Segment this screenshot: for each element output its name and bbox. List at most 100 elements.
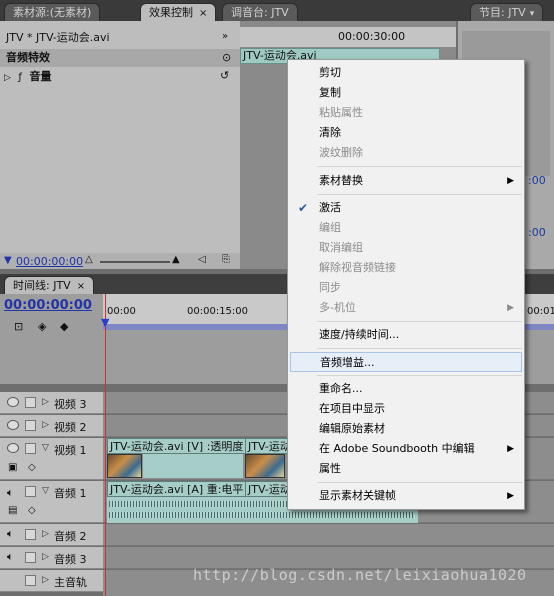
menu-item-enable[interactable]: ✔ 激活: [290, 198, 522, 218]
menu-item-group[interactable]: 编组: [290, 218, 522, 238]
menu-item-edit-original[interactable]: 编辑原始素材: [290, 419, 522, 439]
menu-label: 多-机位: [319, 301, 356, 314]
menu-label: 在项目中显示: [319, 402, 385, 415]
speaker-icon[interactable]: 🔈︎: [7, 527, 14, 541]
lock-toggle[interactable]: [25, 420, 36, 431]
display-style-icon[interactable]: ▣: [8, 462, 17, 473]
audio-clip-2[interactable]: JTV-运动: [245, 481, 290, 497]
effect-timecode[interactable]: 00:00:00:00: [16, 255, 83, 268]
tab-source[interactable]: 素材源:(无素材): [4, 3, 101, 21]
menu-label: 重命名...: [319, 382, 363, 395]
expand-triangle-icon[interactable]: ▷: [42, 420, 49, 430]
speaker-icon[interactable]: 🔈︎: [7, 486, 14, 500]
menu-item-copy[interactable]: 复制: [290, 83, 522, 103]
menu-separator: [317, 166, 522, 167]
snap-icon[interactable]: ⊡: [14, 320, 23, 333]
lock-toggle[interactable]: [25, 397, 36, 408]
submenu-arrow-icon: ▶: [507, 176, 514, 186]
eye-icon[interactable]: [7, 443, 19, 453]
eye-icon[interactable]: [7, 420, 19, 430]
tab-timeline[interactable]: 时间线: JTV ×: [4, 276, 95, 294]
tab-label: 素材源:(无素材): [13, 6, 92, 19]
expand-triangle-icon[interactable]: ▷: [4, 73, 11, 83]
timeline-timecode[interactable]: 00:00:00:00: [4, 298, 92, 313]
collapse-icon[interactable]: ⊙: [222, 51, 231, 64]
tab-program[interactable]: 节目: JTV ▾: [470, 3, 544, 21]
reset-icon[interactable]: ↺: [220, 69, 229, 82]
expand-triangle-icon[interactable]: ▷: [42, 552, 49, 562]
collapse-triangle-icon[interactable]: ▽: [42, 486, 49, 496]
menu-item-replace-footage[interactable]: 素材替换 ▶: [290, 171, 522, 191]
tab-effect-controls[interactable]: 效果控制 ×: [140, 3, 217, 21]
lock-toggle[interactable]: [25, 486, 36, 497]
panel-tab-bar: 素材源:(无素材) 效果控制 × 调音台: JTV 节目: JTV ▾: [0, 0, 554, 21]
menu-item-multicam[interactable]: 多-机位 ▶: [290, 298, 522, 318]
waveform-icon[interactable]: ▤: [8, 505, 17, 516]
menu-item-clear[interactable]: 清除: [290, 123, 522, 143]
track-label: 视频 1: [54, 444, 87, 457]
collapse-triangle-icon[interactable]: ▽: [42, 443, 49, 453]
expand-triangle-icon[interactable]: ▷: [42, 575, 49, 585]
menu-item-unlink[interactable]: 解除视音频链接: [290, 258, 522, 278]
lane-audio-2: [103, 524, 554, 546]
menu-item-show-clip-keyframes[interactable]: 显示素材关键帧 ▶: [290, 486, 522, 506]
expand-triangle-icon[interactable]: ▷: [42, 529, 49, 539]
menu-item-properties[interactable]: 属性: [290, 459, 522, 479]
menu-item-edit-in-soundbooth[interactable]: 在 Adobe Soundbooth 中编辑 ▶: [290, 439, 522, 459]
zoom-out-icon[interactable]: △: [85, 254, 93, 265]
video-clip-2[interactable]: JTV-运动: [245, 438, 290, 454]
lock-toggle[interactable]: [25, 443, 36, 454]
tab-label: 效果控制: [149, 6, 193, 19]
menu-item-cut[interactable]: 剪切: [290, 63, 522, 83]
fx-toggle-icon[interactable]: ƒ: [18, 72, 22, 83]
menu-item-synchronize[interactable]: 同步: [290, 278, 522, 298]
menu-label: 波纹删除: [319, 146, 363, 159]
speaker-icon[interactable]: 🔈︎: [7, 550, 14, 564]
menu-item-ungroup[interactable]: 取消编组: [290, 238, 522, 258]
program-timecode-fragment-2: :00: [528, 226, 546, 239]
mini-ruler: 00:00:30:00: [240, 27, 456, 47]
play-icon[interactable]: ▼: [4, 255, 12, 266]
export-icon[interactable]: ⎘: [222, 254, 230, 265]
track-audio-2: 🔈︎ ▷ 音频 2: [0, 524, 103, 546]
navigate-icon[interactable]: »: [222, 31, 228, 42]
lock-toggle[interactable]: [25, 575, 36, 586]
menu-label: 属性: [319, 462, 341, 475]
menu-label: 解除视音频链接: [319, 261, 396, 274]
tab-audio-mixer[interactable]: 调音台: JTV: [222, 3, 298, 21]
video-clip[interactable]: JTV-运动会.avi [V] :透明度: [107, 438, 247, 454]
track-label: 音频 2: [54, 530, 87, 543]
audio-loop-icon[interactable]: ◁: [198, 254, 206, 265]
close-icon[interactable]: ×: [199, 8, 207, 19]
expand-triangle-icon[interactable]: ▷: [42, 397, 49, 407]
playhead-handle[interactable]: ▼: [101, 316, 109, 329]
lock-toggle[interactable]: [25, 552, 36, 563]
lock-toggle[interactable]: [25, 529, 36, 540]
eye-icon[interactable]: [7, 397, 19, 407]
audio-clip[interactable]: JTV-运动会.avi [A] 重:电平: [107, 481, 247, 497]
chevron-down-icon[interactable]: ▾: [530, 9, 535, 19]
menu-item-paste-attributes[interactable]: 粘贴属性: [290, 103, 522, 123]
keyframe-nav-icon[interactable]: ◇: [28, 505, 36, 516]
zoom-in-icon[interactable]: ▲: [172, 254, 180, 265]
keyframe-icon[interactable]: ◆: [60, 320, 68, 333]
menu-item-speed-duration[interactable]: 速度/持续时间...: [290, 325, 522, 345]
close-icon[interactable]: ×: [77, 281, 85, 292]
video-clip-body[interactable]: [143, 454, 243, 478]
checkmark-icon: ✔: [298, 201, 309, 215]
marker-icon[interactable]: ◈: [38, 320, 46, 333]
submenu-arrow-icon: ▶: [507, 444, 514, 454]
playhead-line[interactable]: [105, 294, 106, 596]
menu-label: 剪切: [319, 66, 341, 79]
menu-item-rename[interactable]: 重命名...: [290, 379, 522, 399]
video-thumbnail: [107, 454, 142, 478]
keyframe-nav-icon[interactable]: ◇: [28, 462, 36, 473]
menu-item-ripple-delete[interactable]: 波纹删除: [290, 143, 522, 163]
menu-item-reveal-in-project[interactable]: 在项目中显示: [290, 399, 522, 419]
menu-separator: [317, 194, 522, 195]
track-label: 视频 2: [54, 421, 87, 434]
track-label: 视频 3: [54, 398, 87, 411]
zoom-slider[interactable]: [100, 261, 170, 263]
menu-item-audio-gain[interactable]: 音频增益...: [290, 352, 522, 372]
volume-effect-row[interactable]: ▷ ƒ 音量: [0, 68, 240, 86]
